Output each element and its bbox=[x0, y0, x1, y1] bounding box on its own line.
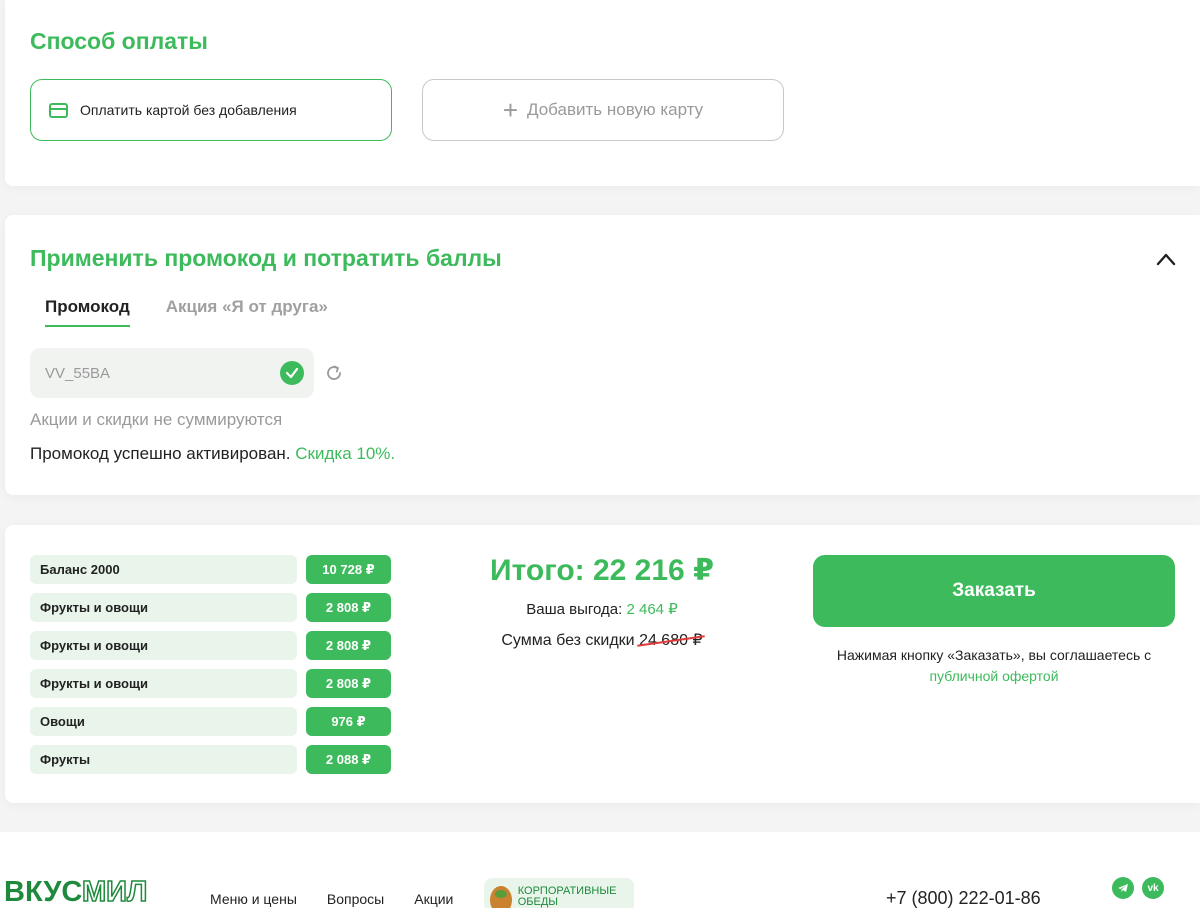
food-bowl-icon bbox=[490, 886, 512, 908]
logo-part1: ВКУС bbox=[4, 876, 82, 908]
tab-promocode[interactable]: Промокод bbox=[45, 297, 130, 327]
no-discount-line: Сумма без скидки 24 680 ₽ bbox=[452, 630, 752, 650]
footer-nav-menu[interactable]: Меню и цены bbox=[210, 891, 297, 907]
check-icon bbox=[280, 361, 304, 385]
total-amount: Итого: 22 216 ₽ bbox=[490, 554, 714, 587]
promocode-value: VV_55BA bbox=[45, 364, 111, 382]
benefit-label: Ваша выгода: bbox=[526, 601, 623, 618]
corporate-label: Корпоративные обеды bbox=[517, 885, 617, 908]
totals-block: Итого: 22 216 ₽ Ваша выгода: 2 464 ₽ Сум… bbox=[452, 553, 752, 650]
payment-section: Способ оплаты Оплатить картой без добавл… bbox=[5, 0, 1200, 186]
list-item: Фрукты и овощи 2 808 ₽ bbox=[30, 669, 391, 698]
promo-tabs: Промокод Акция «Я от друга» bbox=[45, 297, 328, 327]
no-discount-label: Сумма без скидки bbox=[501, 632, 635, 649]
promo-success-message: Промокод успешно активирован. Скидка 10%… bbox=[30, 444, 395, 464]
line-name: Фрукты и овощи bbox=[30, 669, 297, 698]
payment-title: Способ оплаты bbox=[30, 28, 208, 54]
vk-icon[interactable]: vk bbox=[1142, 877, 1164, 899]
line-name: Овощи bbox=[30, 707, 297, 736]
list-item: Баланс 2000 10 728 ₽ bbox=[30, 555, 391, 584]
agreement-text: Нажимая кнопку «Заказать», вы соглашаете… bbox=[805, 645, 1183, 687]
order-summary-section: Баланс 2000 10 728 ₽ Фрукты и овощи 2 80… bbox=[5, 525, 1200, 803]
line-name: Фрукты bbox=[30, 745, 297, 774]
benefit-line: Ваша выгода: 2 464 ₽ bbox=[452, 600, 752, 618]
pay-by-card-option[interactable]: Оплатить картой без добавления bbox=[30, 79, 392, 141]
line-price: 10 728 ₽ bbox=[306, 555, 391, 584]
benefit-value: 2 464 ₽ bbox=[626, 601, 678, 618]
footer-nav: Меню и цены Вопросы Акции bbox=[210, 891, 453, 907]
promo-title: Применить промокод и потратить баллы bbox=[30, 245, 502, 271]
refresh-icon[interactable] bbox=[325, 364, 343, 382]
add-new-card-label: Добавить новую карту bbox=[527, 100, 704, 119]
list-item: Фрукты 2 088 ₽ bbox=[30, 745, 391, 774]
order-button[interactable]: Заказать bbox=[813, 555, 1175, 627]
line-name: Фрукты и овощи bbox=[30, 631, 297, 660]
list-item: Овощи 976 ₽ bbox=[30, 707, 391, 736]
agreement-label: Нажимая кнопку «Заказать», вы соглашаете… bbox=[836, 647, 1152, 663]
promocode-input[interactable]: VV_55BA bbox=[30, 348, 314, 398]
chevron-up-icon[interactable] bbox=[1156, 252, 1176, 266]
promo-discount-text: Скидка 10%. bbox=[295, 444, 396, 463]
public-offer-link[interactable]: публичной офертой bbox=[805, 666, 1183, 687]
order-lines-list: Баланс 2000 10 728 ₽ Фрукты и овощи 2 80… bbox=[30, 555, 391, 783]
corporate-lunch-link[interactable]: Корпоративные обеды bbox=[484, 878, 634, 908]
site-footer: ВКУСМИЛ Меню и цены Вопросы Акции Корпор… bbox=[0, 832, 1200, 908]
logo[interactable]: ВКУСМИЛ bbox=[4, 875, 148, 908]
list-item: Фрукты и овощи 2 808 ₽ bbox=[30, 631, 391, 660]
phone-number[interactable]: +7 (800) 222-01-86 bbox=[886, 888, 1041, 908]
logo-part2: МИЛ bbox=[81, 875, 148, 908]
telegram-icon[interactable] bbox=[1112, 877, 1134, 899]
line-price: 2 808 ₽ bbox=[306, 669, 391, 698]
line-price: 2 808 ₽ bbox=[306, 631, 391, 660]
add-new-card-button[interactable]: + Добавить новую карту bbox=[422, 79, 784, 141]
line-name: Фрукты и овощи bbox=[30, 593, 297, 622]
footer-nav-questions[interactable]: Вопросы bbox=[327, 891, 384, 907]
pay-by-card-label: Оплатить картой без добавления bbox=[80, 102, 297, 118]
promo-note: Акции и скидки не суммируются bbox=[30, 410, 283, 429]
line-price: 2 088 ₽ bbox=[306, 745, 391, 774]
footer-nav-promos[interactable]: Акции bbox=[414, 891, 453, 907]
line-price: 2 808 ₽ bbox=[306, 593, 391, 622]
credit-card-icon bbox=[49, 102, 68, 118]
promo-section: Применить промокод и потратить баллы Про… bbox=[5, 215, 1200, 495]
line-price: 976 ₽ bbox=[306, 707, 391, 736]
promo-success-text: Промокод успешно активирован. bbox=[30, 444, 291, 463]
no-discount-value: 24 680 ₽ bbox=[639, 632, 703, 649]
line-name: Баланс 2000 bbox=[30, 555, 297, 584]
plus-icon: + bbox=[502, 95, 519, 125]
tab-friend-promo[interactable]: Акция «Я от друга» bbox=[166, 297, 328, 327]
list-item: Фрукты и овощи 2 808 ₽ bbox=[30, 593, 391, 622]
